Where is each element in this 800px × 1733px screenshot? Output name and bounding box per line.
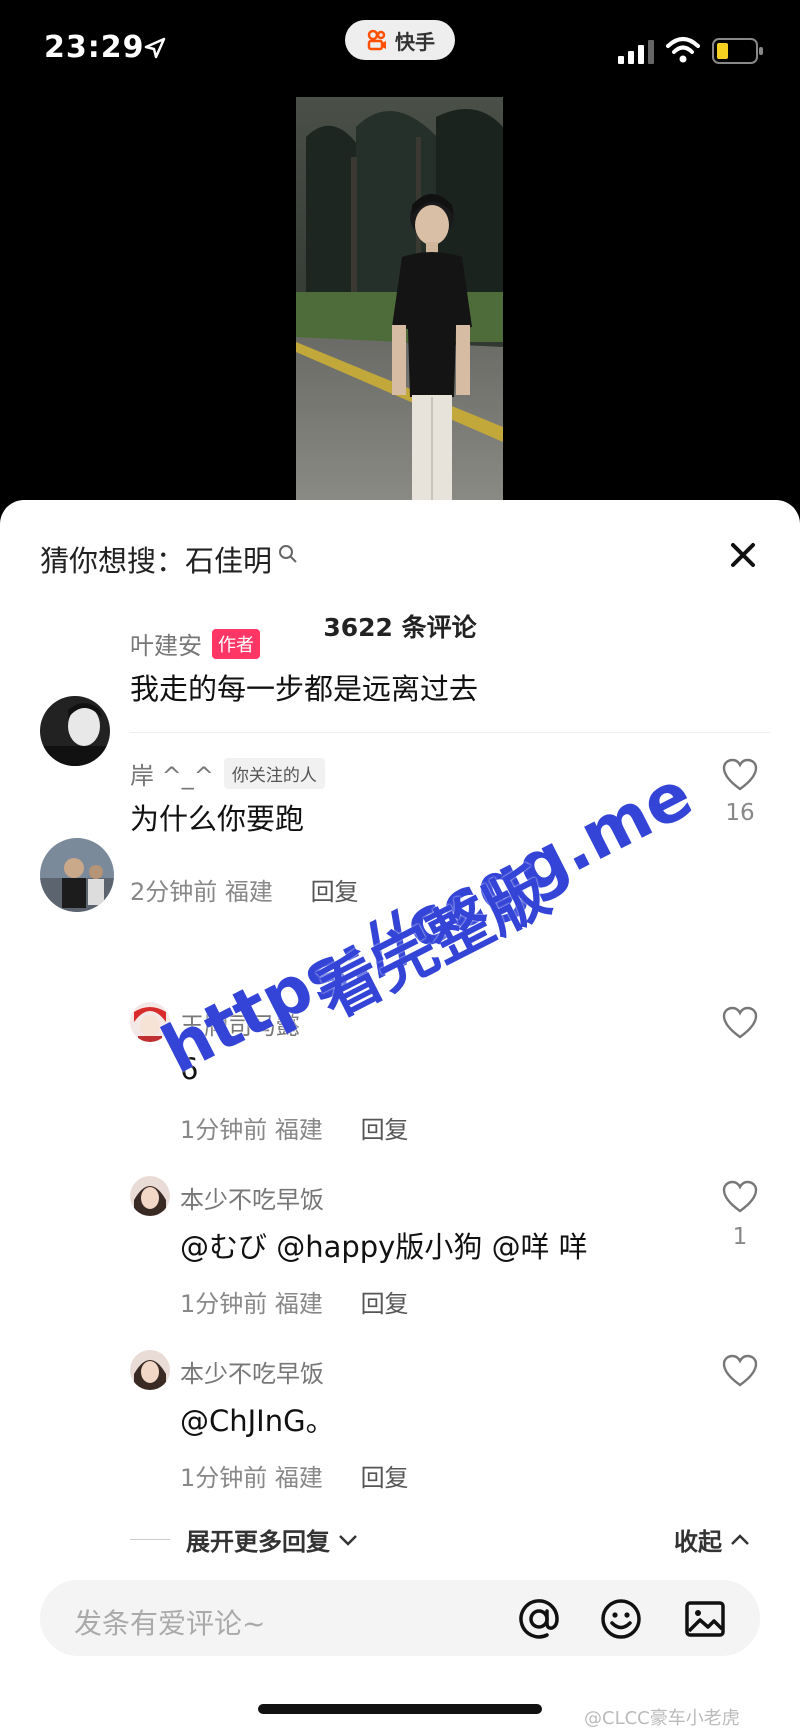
author-badge: 作者 — [212, 628, 260, 659]
commenter-name[interactable]: 本少不吃早饭 — [180, 1180, 324, 1215]
like-count: 16 — [725, 800, 755, 826]
search-icon — [279, 545, 297, 563]
close-icon[interactable] — [726, 538, 760, 572]
reply-button[interactable]: 回复 — [311, 878, 359, 906]
video-preview[interactable] — [296, 97, 503, 510]
like-count: 1 — [732, 1224, 748, 1250]
status-time: 23:29 — [44, 30, 145, 65]
author-name-row: 叶建安 作者 — [130, 626, 260, 661]
mention-icon[interactable] — [518, 1598, 560, 1640]
reply-button[interactable]: 回复 — [361, 1290, 409, 1318]
commenter-name[interactable]: 叶建安 — [130, 626, 202, 661]
signal-icon — [618, 40, 654, 64]
commenter-name-row: 本少不吃早饭 — [180, 1354, 324, 1389]
search-suggestion[interactable]: 猜你想搜： 石佳明 — [40, 538, 298, 580]
divider — [130, 1539, 170, 1540]
reply-time: 1分钟前 — [180, 1290, 268, 1318]
following-badge: 你关注的人 — [223, 758, 325, 789]
comment-text[interactable]: 为什么你要跑 — [130, 796, 304, 838]
kuaishou-logo-icon — [367, 29, 386, 51]
credit-watermark: @CLCC豪车小老虎 — [584, 1708, 740, 1729]
reply-text[interactable]: @ChJInG。 — [180, 1398, 335, 1440]
image-icon[interactable] — [684, 1598, 726, 1640]
video-frame-image — [296, 97, 503, 510]
like-heart-icon[interactable] — [722, 1354, 758, 1388]
comment-location: 福建 — [224, 878, 273, 906]
comment-meta: 2分钟前 福建 回复 — [130, 872, 359, 907]
like-heart-icon[interactable] — [722, 758, 758, 792]
avatar[interactable] — [130, 1176, 170, 1216]
like-heart-icon[interactable] — [722, 1180, 758, 1214]
commenter-name[interactable]: 岸 ^_^ — [130, 756, 214, 791]
collapse-label: 收起 — [674, 1528, 722, 1556]
status-bar: 23:29 快手 — [0, 0, 800, 100]
comment-input-bar[interactable]: 发条有爱评论~ — [40, 1580, 760, 1656]
comment-text[interactable]: 我走的每一步都是远离过去 — [130, 666, 478, 708]
expand-more-replies[interactable]: 展开更多回复 — [130, 1522, 358, 1557]
commenter-name[interactable]: 本少不吃早饭 — [180, 1354, 324, 1389]
battery-icon — [712, 38, 763, 64]
expand-more-label: 展开更多回复 — [186, 1528, 330, 1556]
commenter-name-row: 本少不吃早饭 — [180, 1180, 324, 1215]
like-heart-icon[interactable] — [722, 1006, 758, 1040]
chevron-up-icon — [731, 1533, 749, 1545]
collapse-replies[interactable]: 收起 — [674, 1522, 750, 1557]
reply-text[interactable]: @むび @happy版小狗 @咩 咩 — [180, 1224, 588, 1266]
home-indicator — [258, 1704, 542, 1714]
avatar[interactable] — [40, 696, 110, 766]
reply-meta: 1分钟前 福建 回复 — [180, 1110, 409, 1145]
reply-meta: 1分钟前 福建 回复 — [180, 1284, 409, 1319]
chevron-down-icon — [339, 1534, 357, 1546]
commenter-name-row: 岸 ^_^ 你关注的人 — [130, 756, 325, 791]
wifi-icon — [666, 37, 700, 63]
reply-button[interactable]: 回复 — [361, 1116, 409, 1144]
avatar[interactable] — [40, 838, 114, 912]
search-suggestion-term: 石佳明 — [185, 544, 273, 578]
comment-input-placeholder[interactable]: 发条有爱评论~ — [74, 1602, 265, 1642]
search-suggestion-prefix: 猜你想搜： — [40, 544, 186, 578]
reply-location: 福建 — [274, 1116, 323, 1144]
emoji-icon[interactable] — [600, 1598, 642, 1640]
divider — [130, 732, 770, 733]
avatar[interactable] — [130, 1350, 170, 1390]
reply-meta: 1分钟前 福建 回复 — [180, 1458, 409, 1493]
reply-location: 福建 — [274, 1290, 323, 1318]
reply-location: 福建 — [274, 1464, 323, 1492]
reply-time: 1分钟前 — [180, 1116, 268, 1144]
app-badge[interactable]: 快手 — [345, 20, 455, 60]
reply-button[interactable]: 回复 — [361, 1464, 409, 1492]
location-arrow-icon — [144, 37, 166, 59]
comments-sheet: 猜你想搜： 石佳明 3622 条评论 叶建安 作者 我走的每一步都是远离过去 岸… — [0, 500, 800, 1733]
comments-count: 3622 条评论 — [323, 613, 477, 642]
comment-time: 2分钟前 — [130, 878, 218, 906]
app-name: 快手 — [395, 29, 435, 54]
reply-time: 1分钟前 — [180, 1464, 268, 1492]
